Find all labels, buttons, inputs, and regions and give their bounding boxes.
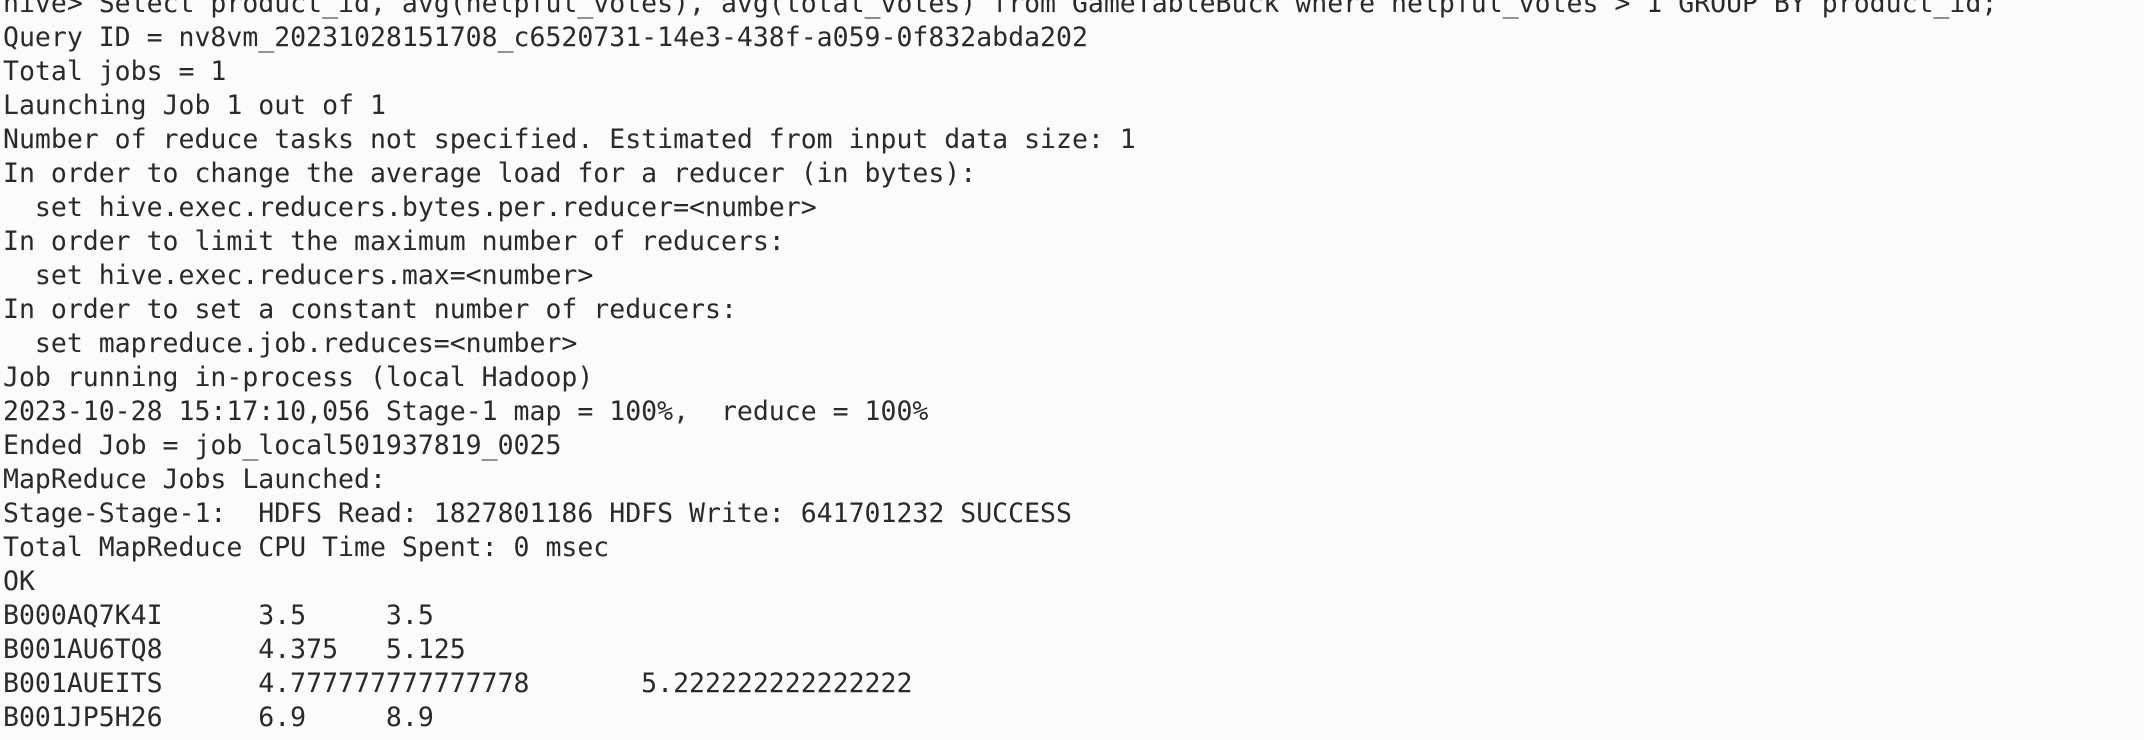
output-line: set hive.exec.reducers.bytes.per.reducer… [3, 192, 817, 223]
status-line: OK [3, 566, 35, 597]
command-line: hive> Select product_id, avg(helpful_vot… [3, 0, 1998, 19]
output-line: MapReduce Jobs Launched: [3, 464, 386, 495]
result-row: B001AUEITS 4.777777777777778 5.222222222… [3, 668, 913, 699]
terminal-output: hive> Select product_id, avg(helpful_vot… [3, 0, 1997, 735]
query-id-line: Query ID = nv8vm_20231028151708_c6520731… [3, 22, 1088, 53]
output-line: Ended Job = job_local501937819_0025 [3, 430, 562, 461]
output-line: In order to limit the maximum number of … [3, 226, 785, 257]
result-row: B001JP5H26 6.9 8.9 [3, 702, 434, 733]
output-line: Number of reduce tasks not specified. Es… [3, 124, 1136, 155]
result-row: B000AQ7K4I 3.5 3.5 [3, 600, 434, 631]
output-line: Launching Job 1 out of 1 [3, 90, 386, 121]
stage-summary-line: Stage-Stage-1: HDFS Read: 1827801186 HDF… [3, 498, 1072, 529]
output-line: In order to change the average load for … [3, 158, 977, 189]
output-line: Job running in-process (local Hadoop) [3, 362, 594, 393]
output-line: set mapreduce.job.reduces=<number> [3, 328, 578, 359]
output-line: In order to set a constant number of red… [3, 294, 737, 325]
output-line: Total jobs = 1 [3, 56, 227, 87]
output-line: Total MapReduce CPU Time Spent: 0 msec [3, 532, 610, 563]
output-line: set hive.exec.reducers.max=<number> [3, 260, 594, 291]
result-row: B001AU6TQ8 4.375 5.125 [3, 634, 466, 665]
progress-line: 2023-10-28 15:17:10,056 Stage-1 map = 10… [3, 396, 929, 427]
terminal-window[interactable]: hive> Select product_id, avg(helpful_vot… [0, 0, 2144, 740]
